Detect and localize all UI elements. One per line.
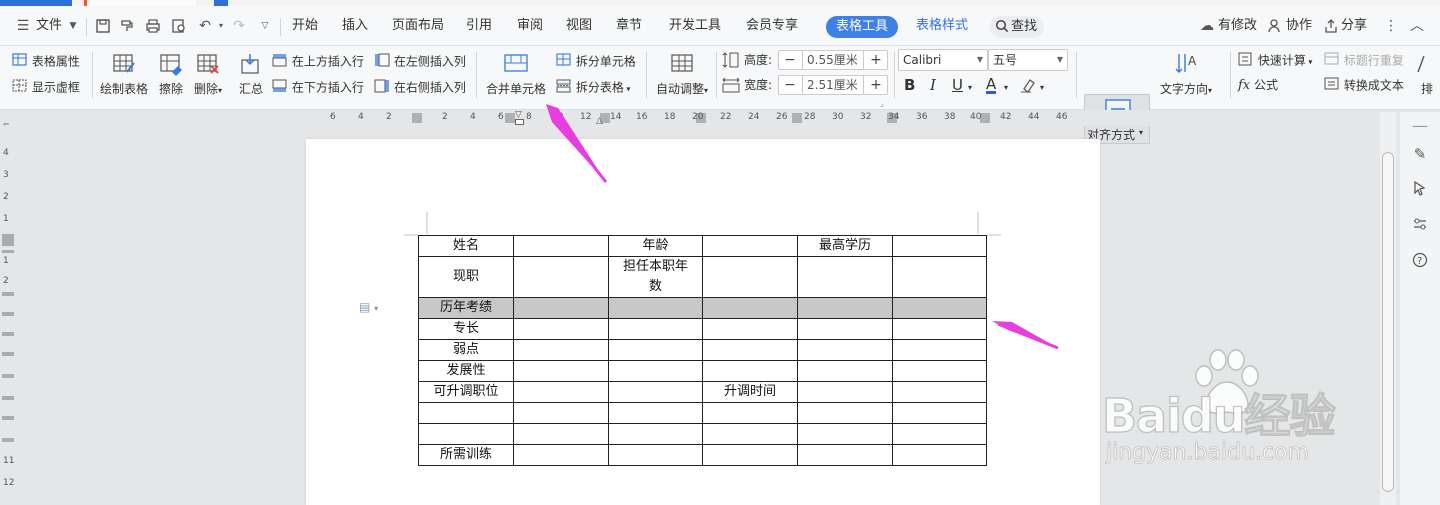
right-tool-panel: — ✎ ? [1400, 112, 1440, 505]
annotation-arrows [546, 104, 1059, 350]
select-cursor-icon[interactable] [1410, 180, 1430, 200]
edit-pencil-icon[interactable]: ✎ [1410, 144, 1430, 164]
vertical-scrollbar[interactable] [1380, 112, 1396, 505]
settings-sliders-icon[interactable] [1410, 216, 1430, 236]
panel-divider-icon: — [1412, 116, 1428, 135]
wps-writer-window: ☰ 文件 ▼ ↶ ▾ ↷ ▽ 开始 插入 页面布局 引用 审阅 视图 章节 开发… [0, 0, 1440, 505]
svg-text:?: ? [1417, 256, 1422, 267]
scrollbar-thumb[interactable] [1382, 152, 1394, 492]
help-icon[interactable]: ? [1410, 252, 1430, 272]
